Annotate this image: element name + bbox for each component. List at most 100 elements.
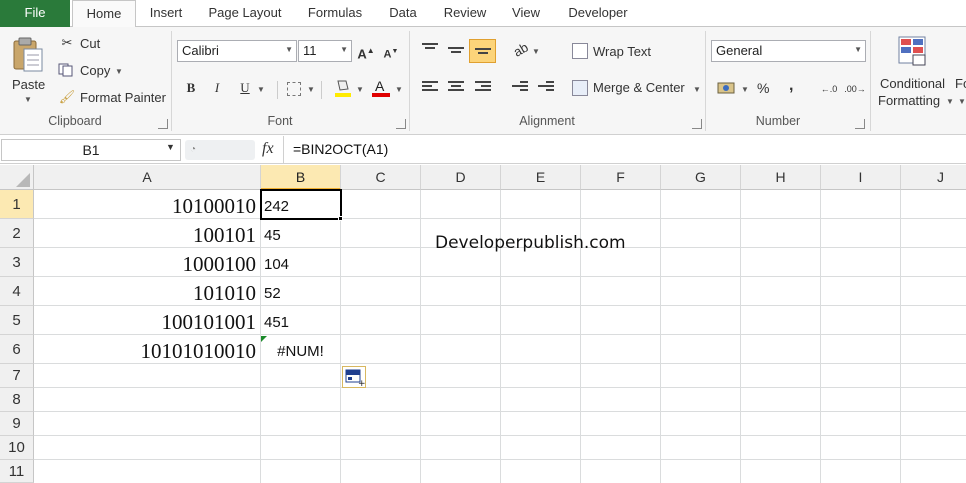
font-size-combobox[interactable]: 11 ▼ [298, 40, 352, 62]
row-header-5[interactable]: 5 [0, 306, 34, 335]
shrink-font-icon[interactable]: A▼ [382, 44, 400, 61]
tab-home[interactable]: Home [72, 0, 136, 28]
font-launcher-icon[interactable] [396, 119, 406, 129]
row-header-8[interactable]: 8 [0, 388, 34, 412]
copy-dropdown-icon[interactable]: ▼ [115, 67, 123, 76]
wrap-text-button[interactable]: Wrap Text [593, 44, 651, 59]
conditional-formatting-button[interactable]: Conditional [880, 76, 945, 91]
align-center-icon[interactable] [448, 81, 464, 94]
cell-b5[interactable]: 451 [261, 307, 340, 335]
italic-button[interactable]: I [208, 80, 226, 96]
font-size-dropdown-icon[interactable]: ▼ [340, 45, 348, 54]
cell-a2[interactable]: 100101 [34, 220, 260, 248]
row-header-4[interactable]: 4 [0, 277, 34, 306]
font-name-dropdown-icon[interactable]: ▼ [285, 45, 293, 54]
paste-icon[interactable] [10, 35, 46, 75]
fill-color-dropdown-icon[interactable]: ▼ [356, 85, 364, 94]
column-header-f[interactable]: F [581, 165, 661, 190]
row-header-10[interactable]: 10 [0, 436, 34, 460]
column-header-i[interactable]: I [821, 165, 901, 190]
cell-a6[interactable]: 10101010010 [34, 336, 260, 364]
format-as-table-button[interactable]: Fo [955, 76, 966, 91]
cut-button[interactable]: Cut [80, 36, 100, 51]
formula-input[interactable]: =BIN2OCT(A1) [283, 136, 966, 163]
tab-view[interactable]: View [506, 0, 546, 27]
top-align-icon[interactable] [422, 43, 438, 56]
decrease-indent-icon[interactable] [512, 81, 528, 94]
grow-font-icon[interactable]: A▲ [357, 43, 375, 61]
bold-button[interactable]: B [182, 80, 200, 96]
number-format-combobox[interactable]: General ▼ [711, 40, 866, 62]
cell-b2[interactable]: 45 [261, 220, 340, 248]
fill-handle[interactable] [338, 216, 343, 221]
cell-b6[interactable]: #NUM! [261, 336, 340, 364]
column-header-h[interactable]: H [741, 165, 821, 190]
underline-dropdown-icon[interactable]: ▼ [257, 85, 265, 94]
middle-align-icon[interactable] [448, 47, 464, 60]
fill-color-icon[interactable] [334, 78, 352, 98]
row-header-6[interactable]: 6 [0, 335, 34, 364]
tab-data[interactable]: Data [383, 0, 423, 27]
column-header-b[interactable]: B [261, 165, 341, 190]
format-painter-button[interactable]: Format Painter [80, 90, 166, 105]
comma-style-button[interactable]: , [789, 77, 793, 95]
column-header-c[interactable]: C [341, 165, 421, 190]
error-indicator-icon[interactable] [261, 336, 267, 342]
borders-icon[interactable] [287, 82, 301, 96]
number-launcher-icon[interactable] [855, 119, 865, 129]
cell-a4[interactable]: 101010 [34, 278, 260, 306]
copy-button[interactable]: Copy [80, 63, 110, 78]
name-box-dropdown-icon[interactable]: ▼ [166, 142, 175, 152]
cell-a1[interactable]: 10100010 [34, 191, 260, 219]
row-header-2[interactable]: 2 [0, 219, 34, 248]
cell-b4[interactable]: 52 [261, 278, 340, 306]
select-all-button[interactable] [0, 165, 34, 190]
increase-indent-icon[interactable] [538, 81, 554, 94]
tab-developer[interactable]: Developer [560, 0, 636, 27]
underline-button[interactable]: U [236, 80, 254, 96]
conditional-dropdown-icon[interactable]: ▼ [946, 97, 954, 106]
accounting-dropdown-icon[interactable]: ▼ [741, 85, 749, 94]
row-header-9[interactable]: 9 [0, 412, 34, 436]
format-as-table-dropdown-icon[interactable]: ▼ [958, 97, 966, 106]
alignment-launcher-icon[interactable] [692, 119, 702, 129]
orientation-dropdown-icon[interactable]: ▼ [532, 47, 540, 56]
borders-dropdown-icon[interactable]: ▼ [307, 85, 315, 94]
column-header-a[interactable]: A [34, 165, 261, 190]
row-header-1[interactable]: 1 [0, 190, 34, 219]
tab-review[interactable]: Review [438, 0, 492, 27]
font-color-icon[interactable]: A [371, 78, 391, 98]
row-header-11[interactable]: 11 [0, 460, 34, 483]
clipboard-launcher-icon[interactable] [158, 119, 168, 129]
column-header-j[interactable]: J [901, 165, 966, 190]
align-left-icon[interactable] [422, 81, 438, 94]
file-tab[interactable]: File [0, 0, 70, 27]
merge-dropdown-icon[interactable]: ▼ [693, 85, 701, 94]
insert-function-button[interactable]: fx [262, 140, 274, 158]
align-right-icon[interactable] [475, 81, 491, 94]
name-box[interactable]: B1 [1, 139, 181, 161]
tab-page-layout[interactable]: Page Layout [200, 0, 290, 27]
font-name-combobox[interactable]: Calibri ▼ [177, 40, 297, 62]
column-header-e[interactable]: E [501, 165, 581, 190]
bottom-align-button[interactable] [469, 39, 496, 63]
tab-formulas[interactable]: Formulas [300, 0, 370, 27]
number-format-dropdown-icon[interactable]: ▼ [854, 45, 862, 54]
auto-fill-options-button[interactable]: + [342, 366, 366, 388]
percent-style-button[interactable]: % [757, 80, 769, 96]
cell-a3[interactable]: 1000100 [34, 249, 260, 277]
accounting-format-icon[interactable] [717, 80, 737, 96]
cell-b3[interactable]: 104 [261, 249, 340, 277]
merge-center-button[interactable]: Merge & Center [593, 80, 685, 95]
column-header-d[interactable]: D [421, 165, 501, 190]
column-header-g[interactable]: G [661, 165, 741, 190]
row-header-3[interactable]: 3 [0, 248, 34, 277]
paste-dropdown-icon[interactable]: ▼ [24, 95, 32, 104]
tab-insert[interactable]: Insert [140, 0, 192, 27]
orientation-icon[interactable]: ab [509, 39, 533, 62]
decrease-decimal-icon[interactable]: .00→ [844, 81, 866, 97]
paste-button[interactable]: Paste [12, 77, 45, 92]
font-color-dropdown-icon[interactable]: ▼ [395, 85, 403, 94]
row-header-7[interactable]: 7 [0, 364, 34, 388]
cell-a5[interactable]: 100101001 [34, 307, 260, 335]
